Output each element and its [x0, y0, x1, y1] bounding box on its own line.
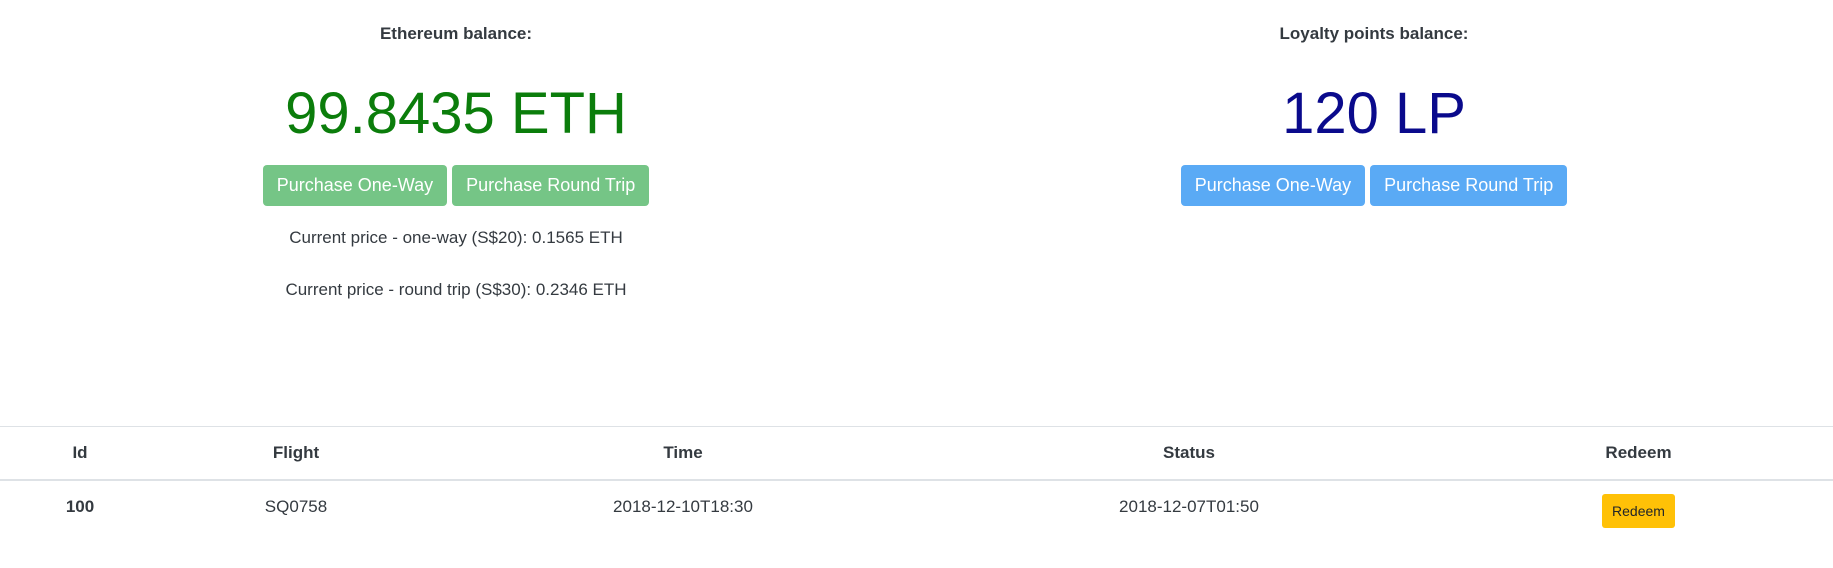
- cell-status: 2018-12-07T01:50: [1119, 497, 1259, 516]
- eth-purchase-round-trip-button[interactable]: Purchase Round Trip: [452, 165, 650, 206]
- page: Ethereum balance: 99.8435 ETH Purchase O…: [0, 0, 1833, 568]
- cell-id: 100: [65, 497, 95, 516]
- redeem-button[interactable]: Redeem: [1602, 494, 1675, 528]
- loyalty-purchase-buttons: Purchase One-Way Purchase Round Trip: [1084, 165, 1664, 206]
- table-header-row: Id Flight Time Status Redeem: [0, 426, 1833, 481]
- column-header-id: Id: [0, 426, 160, 481]
- loyalty-balance-panel: Loyalty points balance: 120 LP Purchase …: [1084, 0, 1664, 206]
- loyalty-balance-value: 120 LP: [1282, 81, 1466, 146]
- tickets-table-container: Id Flight Time Status Redeem 100 SQ0758 …: [0, 426, 1833, 533]
- ethereum-purchase-buttons: Purchase One-Way Purchase Round Trip: [166, 165, 746, 206]
- eth-purchase-one-way-button[interactable]: Purchase One-Way: [262, 165, 448, 206]
- table-row: 100 SQ0758 2018-12-10T18:30 2018-12-07T0…: [0, 480, 1833, 533]
- cell-time: 2018-12-10T18:30: [613, 497, 753, 516]
- column-header-redeem: Redeem: [1444, 426, 1833, 481]
- cell-flight: SQ0758: [264, 497, 328, 516]
- ethereum-balance-label: Ethereum balance:: [379, 24, 533, 43]
- column-header-flight: Flight: [160, 426, 432, 481]
- cell-redeem: Redeem: [1444, 480, 1833, 533]
- loyalty-balance-label: Loyalty points balance:: [1279, 24, 1469, 43]
- price-one-way: Current price - one-way (S$20): 0.1565 E…: [289, 228, 623, 247]
- price-round-trip: Current price - round trip (S$30): 0.234…: [285, 280, 627, 299]
- lp-purchase-round-trip-button[interactable]: Purchase Round Trip: [1370, 165, 1568, 206]
- ethereum-balance-value: 99.8435 ETH: [285, 81, 627, 146]
- lp-purchase-one-way-button[interactable]: Purchase One-Way: [1180, 165, 1366, 206]
- column-header-time: Time: [432, 426, 934, 481]
- column-header-status: Status: [934, 426, 1444, 481]
- tickets-table: Id Flight Time Status Redeem 100 SQ0758 …: [0, 426, 1833, 533]
- ethereum-balance-panel: Ethereum balance: 99.8435 ETH Purchase O…: [166, 0, 746, 300]
